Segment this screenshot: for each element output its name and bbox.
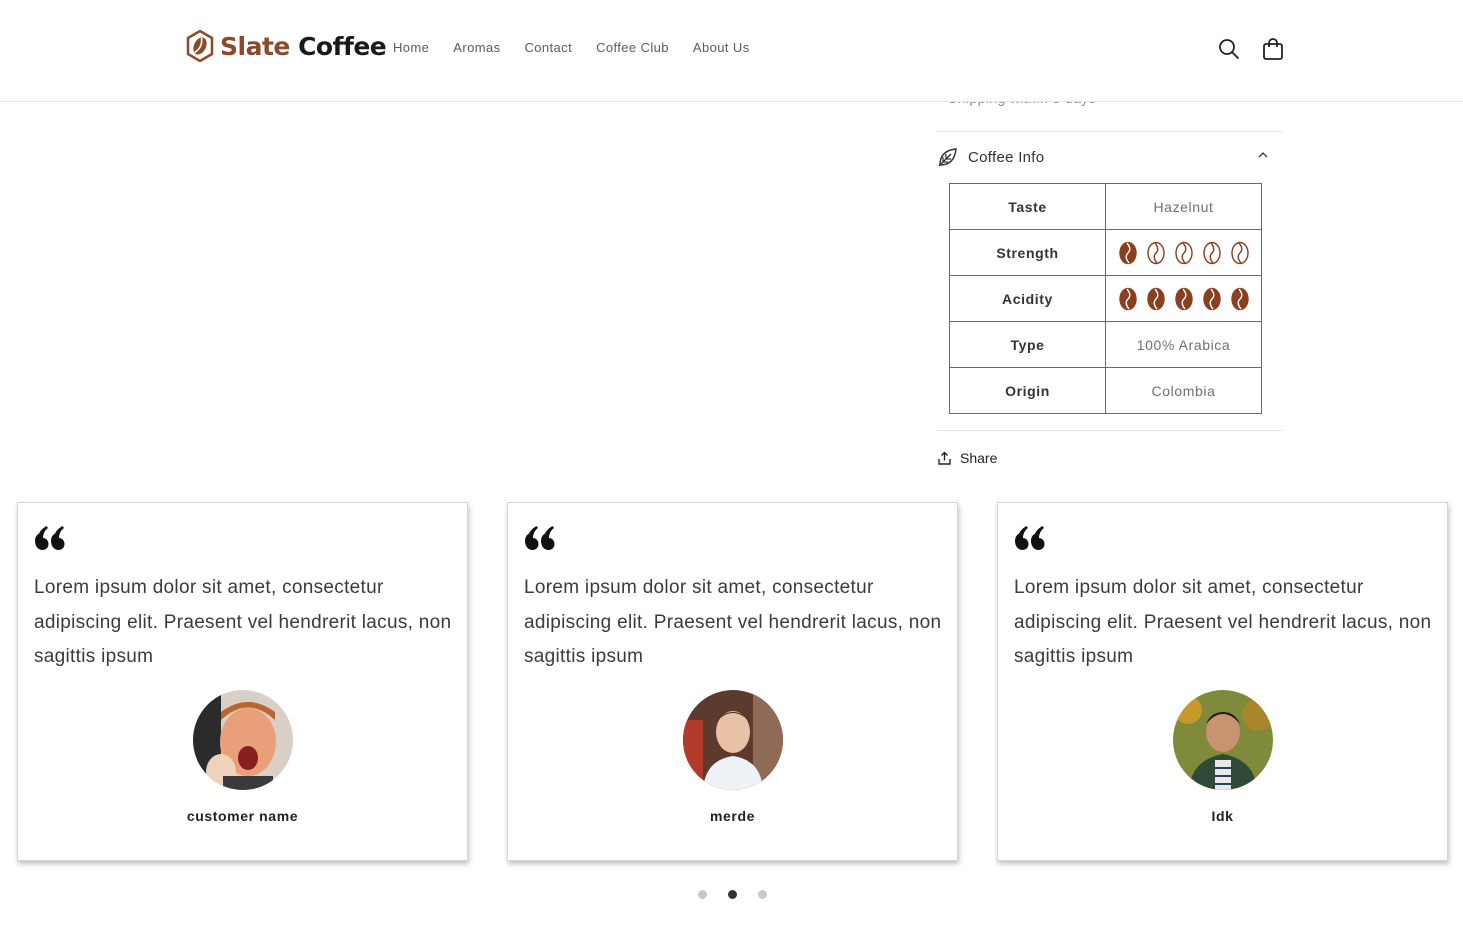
coffee-bean-filled-icon	[1118, 287, 1137, 310]
coffee-bean-empty-icon	[1146, 241, 1165, 264]
avatar	[683, 690, 783, 790]
logo[interactable]: Slate Coffee	[186, 30, 387, 62]
nav-home[interactable]: Home	[393, 40, 429, 55]
testimonial-card: Lorem ipsum dolor sit amet, consectetur …	[17, 502, 468, 861]
acidity-rating	[1105, 275, 1262, 322]
coffee-bean-logo-icon	[186, 30, 214, 62]
divider	[937, 131, 1283, 132]
site-header: Slate Coffee Home Aromas Contact Coffee …	[0, 0, 1463, 102]
row-key: Acidity	[949, 275, 1106, 322]
logo-word-1: Slate	[220, 31, 290, 61]
share-button[interactable]: Share	[938, 450, 997, 466]
coffee-info-table: Taste Hazelnut Strength Acidity Type 100…	[949, 183, 1262, 414]
coffee-bean-filled-icon	[1146, 287, 1165, 310]
table-row: Strength	[949, 229, 1262, 276]
row-value: Colombia	[1105, 367, 1262, 414]
nav-contact[interactable]: Contact	[524, 40, 572, 55]
carousel-dot[interactable]	[728, 890, 737, 899]
quote-icon	[1015, 526, 1045, 550]
nav-about-us[interactable]: About Us	[693, 40, 750, 55]
chevron-up-icon[interactable]	[1257, 151, 1269, 159]
testimonial-card: Lorem ipsum dolor sit amet, consectetur …	[997, 502, 1448, 861]
row-key: Type	[949, 321, 1106, 368]
table-row: Type 100% Arabica	[949, 321, 1262, 368]
nav-coffee-club[interactable]: Coffee Club	[596, 40, 669, 55]
coffee-bean-filled-icon	[1174, 287, 1193, 310]
carousel-dot[interactable]	[698, 890, 707, 899]
testimonial-card: Lorem ipsum dolor sit amet, consectetur …	[507, 502, 958, 861]
coffee-bean-filled-icon	[1118, 241, 1137, 264]
coffee-bean-filled-icon	[1202, 287, 1221, 310]
share-icon	[938, 451, 951, 465]
table-row: Acidity	[949, 275, 1262, 322]
coffee-bean-filled-icon	[1230, 287, 1249, 310]
coffee-bean-empty-icon	[1174, 241, 1193, 264]
carousel-dot[interactable]	[758, 890, 767, 899]
main-nav: Home Aromas Contact Coffee Club About Us	[393, 40, 750, 55]
strength-rating	[1105, 229, 1262, 276]
row-value: 100% Arabica	[1105, 321, 1262, 368]
carousel-pagination	[698, 890, 767, 899]
search-icon[interactable]	[1217, 37, 1241, 61]
coffee-bean-empty-icon	[1202, 241, 1221, 264]
row-value: Hazelnut	[1105, 183, 1262, 230]
table-row: Taste Hazelnut	[949, 183, 1262, 230]
leaf-icon	[938, 147, 957, 166]
logo-text: Slate Coffee	[220, 31, 387, 61]
avatar	[193, 690, 293, 790]
logo-word-2: Coffee	[298, 31, 387, 61]
cart-icon[interactable]	[1261, 37, 1285, 61]
quote-icon	[35, 526, 65, 550]
bean-rating	[1106, 241, 1261, 265]
avatar-photo	[683, 690, 783, 790]
row-key: Origin	[949, 367, 1106, 414]
quote-icon	[525, 526, 555, 550]
row-key: Taste	[949, 183, 1106, 230]
share-label: Share	[960, 450, 998, 466]
table-row: Origin Colombia	[949, 367, 1262, 414]
coffee-info-title: Coffee Info	[968, 148, 1045, 166]
divider	[937, 430, 1283, 431]
customer-name: customer name	[186, 808, 299, 824]
avatar-photo	[1173, 690, 1273, 790]
testimonial-text: Lorem ipsum dolor sit amet, consectetur …	[34, 577, 452, 667]
avatar-photo	[193, 690, 293, 790]
row-key: Strength	[949, 229, 1106, 276]
coffee-info-accordion-header[interactable]: Coffee Info	[937, 145, 1283, 169]
avatar	[1173, 690, 1273, 790]
testimonial-text: Lorem ipsum dolor sit amet, consectetur …	[524, 577, 942, 667]
testimonial-text: Lorem ipsum dolor sit amet, consectetur …	[1014, 577, 1432, 667]
customer-name: merde	[709, 808, 756, 824]
customer-name: Idk	[1211, 808, 1234, 824]
nav-aromas[interactable]: Aromas	[453, 40, 500, 55]
coffee-bean-empty-icon	[1230, 241, 1249, 264]
bean-rating	[1106, 287, 1261, 311]
